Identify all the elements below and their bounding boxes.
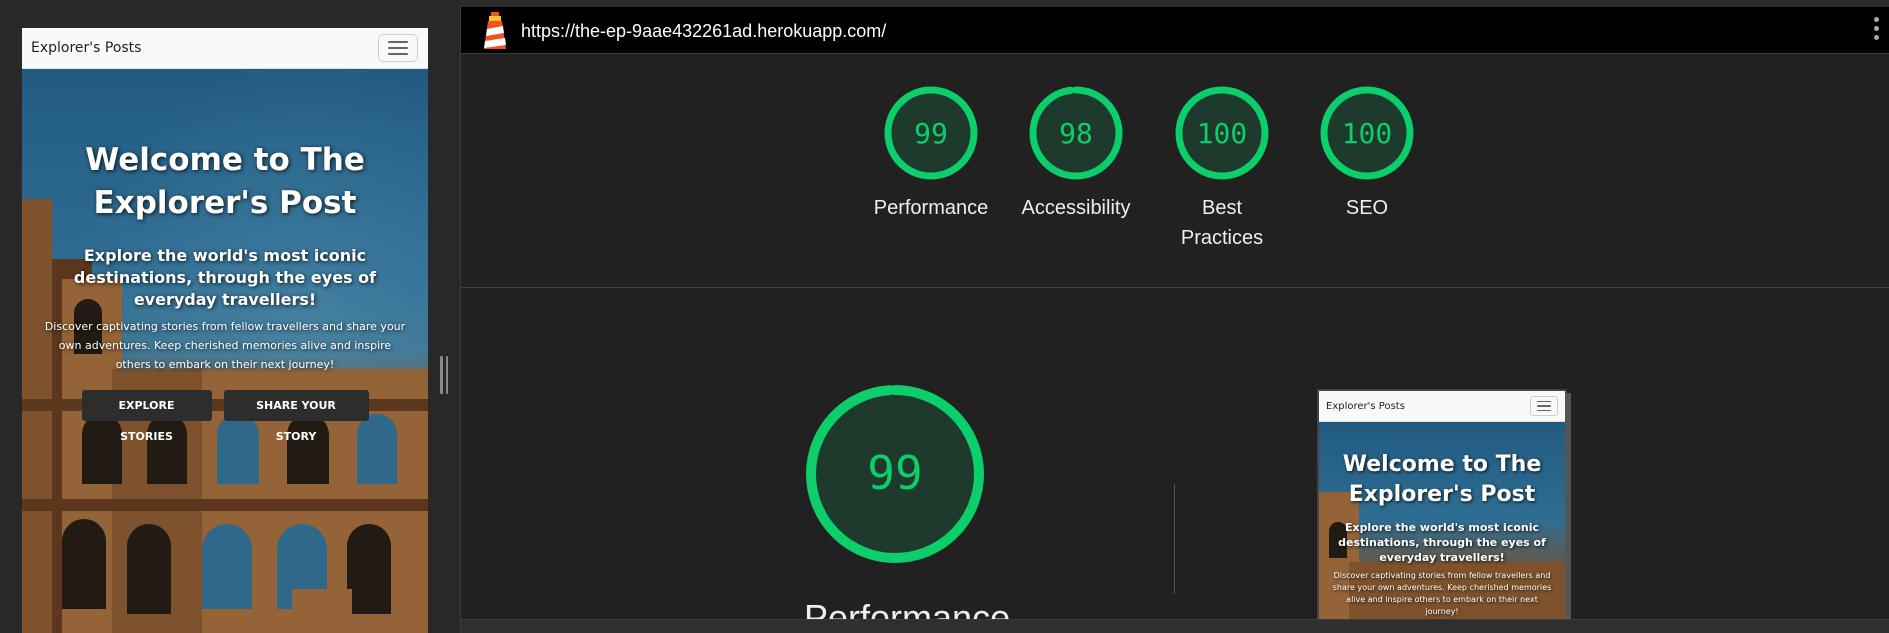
thumb-brand: Explorer's Posts [1326, 400, 1405, 412]
gauge-score: 100 [1342, 117, 1393, 150]
lighthouse-report: https://the-ep-9aae432261ad.herokuapp.co… [460, 7, 1889, 633]
hero-text-block: Welcome to The Explorer's Post Explore t… [22, 139, 428, 443]
kebab-menu-icon[interactable] [1874, 17, 1879, 40]
thumb-hamburger-icon [1530, 396, 1558, 416]
hero-subtitle: Explore the world's most iconic destinat… [73, 246, 377, 309]
thumb-navbar: Explorer's Posts [1319, 391, 1565, 422]
gauge-score: 98 [1059, 117, 1093, 150]
score-gauges: 99 Performance 98 Accessibility 100 Best… [461, 85, 1889, 285]
mobile-preview-pane: Explorer's Posts Welcome to The Explorer… [0, 0, 460, 633]
gauge-performance[interactable]: 99 Performance [861, 85, 1001, 223]
resize-handle-icon[interactable] [440, 356, 448, 394]
gauge-ring: 100 [1175, 86, 1269, 180]
thumb-hero-title: Welcome to The Explorer's Post [1342, 452, 1542, 507]
gauge-seo[interactable]: 100 SEO [1297, 85, 1437, 223]
gauge-ring: 99 [884, 86, 978, 180]
hero-buttons: EXPLORE STORIES SHARE YOUR STORY [36, 390, 414, 443]
gauge-score: 99 [914, 117, 948, 150]
gauge-label: Best Practices [1180, 197, 1264, 249]
bottom-toolbar-partial [461, 619, 1889, 633]
explore-stories-button[interactable]: EXPLORE STORIES [81, 390, 212, 443]
site-brand[interactable]: Explorer's Posts [31, 40, 141, 56]
thumb-hero-subtitle: Explore the world's most iconic destinat… [1338, 521, 1546, 564]
lighthouse-logo-icon [484, 12, 506, 49]
gauge-ring: 100 [1320, 86, 1414, 180]
section-divider [461, 287, 1889, 288]
site-navbar: Explorer's Posts [22, 28, 428, 69]
gauge-ring: 98 [1029, 86, 1123, 180]
hero-description: Discover captivating stories from fellow… [44, 320, 406, 371]
thumb-hero-description: Discover captivating stories from fellow… [1332, 571, 1552, 616]
hero-title: Welcome to The Explorer's Post [85, 142, 365, 221]
share-your-story-button[interactable]: SHARE YOUR STORY [223, 390, 369, 443]
gauge-label: SEO [1345, 197, 1389, 219]
gauge-label: Performance [873, 197, 989, 219]
report-topbar: https://the-ep-9aae432261ad.herokuapp.co… [461, 7, 1889, 54]
vertical-divider [1174, 484, 1175, 594]
gauge-accessibility[interactable]: 98 Accessibility [1006, 85, 1146, 223]
report-url[interactable]: https://the-ep-9aae432261ad.herokuapp.co… [521, 21, 886, 42]
performance-big-score: 99 [867, 446, 922, 500]
hamburger-menu-icon[interactable] [378, 34, 418, 62]
gauge-best-practices[interactable]: 100 Best Practices [1152, 85, 1292, 253]
thumb-hero-text: Welcome to The Explorer's Post Explore t… [1319, 450, 1565, 618]
thumb-hero: Welcome to The Explorer's Post Explore t… [1319, 422, 1565, 631]
hero-section: Welcome to The Explorer's Post Explore t… [22, 69, 428, 633]
gauge-score: 100 [1197, 117, 1248, 150]
mobile-viewport: Explorer's Posts Welcome to The Explorer… [22, 28, 428, 633]
gauge-label: Accessibility [1021, 197, 1131, 219]
final-screenshot-thumbnail: Explorer's Posts Welcome to The Explorer… [1317, 389, 1567, 633]
performance-big-gauge: 99 [806, 385, 984, 563]
thumbnail-scrollbar[interactable] [1565, 393, 1571, 629]
